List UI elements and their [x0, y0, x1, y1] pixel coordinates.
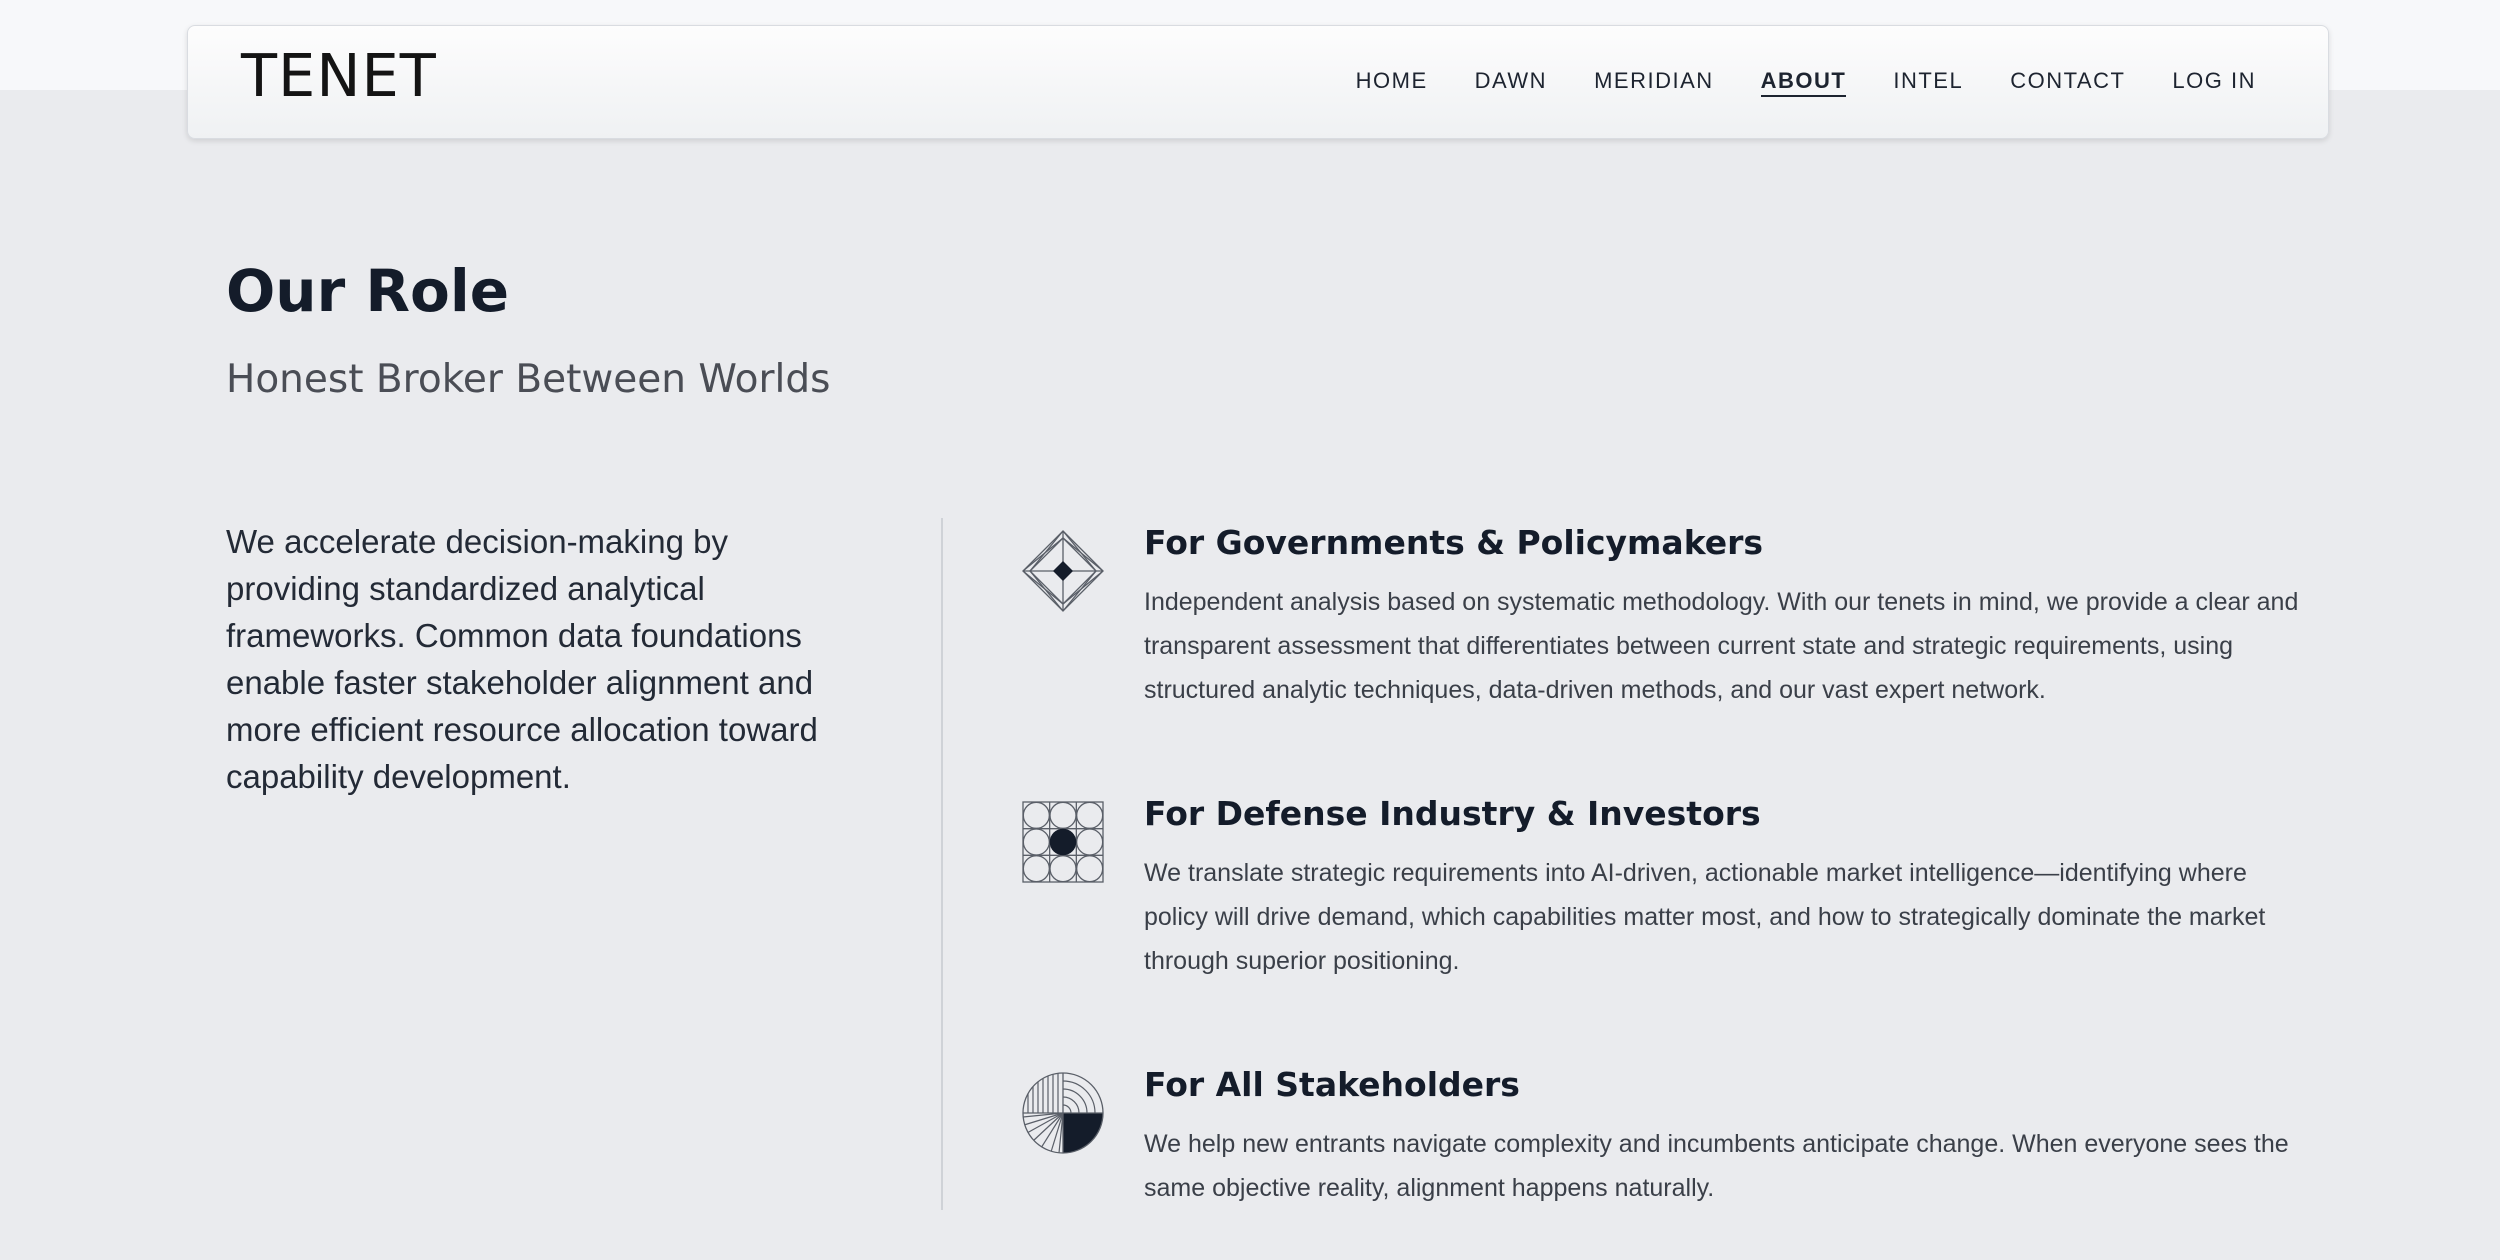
- nav-contact[interactable]: CONTACT: [2010, 68, 2125, 97]
- block-title: For Defense Industry & Investors: [1144, 794, 1761, 833]
- block-title: For All Stakeholders: [1144, 1065, 1520, 1104]
- circle-grid-icon: [1022, 801, 1104, 883]
- diamond-icon: [1022, 530, 1104, 612]
- nav-about[interactable]: ABOUT: [1760, 68, 1847, 98]
- logo[interactable]: TENET: [241, 46, 437, 105]
- main-nav: HOME DAWN MERIDIAN ABOUT INTEL CONTACT L…: [1356, 68, 2256, 98]
- nav-home[interactable]: HOME: [1356, 68, 1428, 97]
- nav-meridian[interactable]: MERIDIAN: [1594, 68, 1714, 97]
- block-text: We translate strategic requirements into…: [1144, 859, 2266, 975]
- page-title: Our Role: [226, 257, 510, 325]
- nav-dawn[interactable]: DAWN: [1475, 68, 1547, 97]
- column-divider: [941, 518, 943, 1210]
- nav-intel[interactable]: INTEL: [1893, 68, 1963, 97]
- nav-login[interactable]: LOG IN: [2172, 68, 2256, 97]
- block-title: For Governments & Policymakers: [1144, 523, 1764, 562]
- intro-text: We accelerate decision-making by providi…: [226, 523, 818, 795]
- block-text: Independent analysis based on systematic…: [1144, 588, 2299, 704]
- navbar: TENET HOME DAWN MERIDIAN ABOUT INTEL CON…: [187, 25, 2329, 139]
- quadrant-circle-icon: [1022, 1072, 1104, 1154]
- page-subtitle: Honest Broker Between Worlds: [226, 357, 831, 402]
- block-text: We help new entrants navigate complexity…: [1144, 1130, 2289, 1202]
